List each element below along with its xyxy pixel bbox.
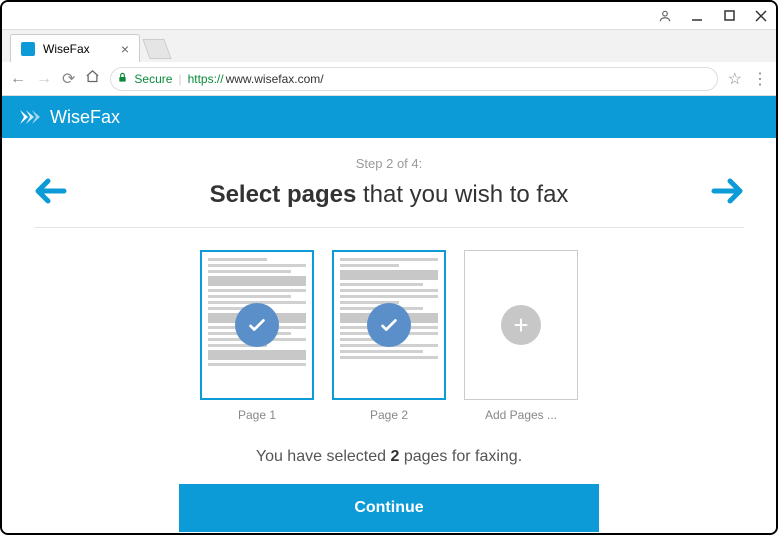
page-card: + Add Pages ...	[464, 250, 578, 422]
selection-summary: You have selected 2 pages for faxing.	[256, 448, 522, 466]
new-tab-button[interactable]	[142, 39, 171, 59]
continue-button[interactable]: Continue	[179, 484, 599, 532]
page-label: Page 2	[370, 408, 408, 422]
brand-name: WiseFax	[50, 107, 120, 128]
summary-prefix: You have selected	[256, 448, 391, 465]
page-card: Page 1	[200, 250, 314, 422]
main-area: Step 2 of 4: Select pages that you wish …	[2, 138, 776, 533]
maximize-button[interactable]	[722, 9, 736, 23]
app-header: WiseFax	[2, 96, 776, 138]
title-rest: that you wish to fax	[356, 181, 568, 208]
page-title: Select pages that you wish to fax	[210, 181, 569, 209]
minimize-button[interactable]	[690, 9, 704, 23]
prev-arrow[interactable]	[34, 177, 68, 213]
browser-tab[interactable]: WiseFax ×	[10, 34, 140, 62]
plus-icon: +	[501, 305, 541, 345]
user-icon[interactable]	[658, 9, 672, 23]
selected-check-icon	[235, 303, 279, 347]
back-button[interactable]: ←	[10, 70, 26, 88]
page-content: WiseFax Step 2 of 4: Select pages that y…	[2, 96, 776, 533]
selected-check-icon	[367, 303, 411, 347]
address-bar: ← → ⟳ Secure | https://www.wisefax.com/ …	[2, 62, 776, 96]
tab-close-icon[interactable]: ×	[121, 41, 129, 57]
url-protocol: https://	[188, 72, 224, 86]
close-button[interactable]	[754, 9, 768, 23]
url-text: www.wisefax.com/	[226, 72, 324, 86]
secure-label: Secure	[134, 72, 172, 86]
page-card: Page 2	[332, 250, 446, 422]
menu-button[interactable]: ⋮	[752, 69, 768, 89]
add-pages-button[interactable]: +	[464, 250, 578, 400]
window-titlebar	[2, 2, 776, 30]
page-thumbnail-1[interactable]	[200, 250, 314, 400]
favicon-icon	[21, 42, 35, 56]
next-arrow[interactable]	[710, 177, 744, 213]
tab-title: WiseFax	[43, 42, 90, 56]
page-grid: Page 1 Page 2 + Add Pages ...	[200, 250, 578, 422]
title-row: Select pages that you wish to fax	[34, 177, 744, 213]
page-label: Page 1	[238, 408, 276, 422]
browser-window: WiseFax × ← → ⟳ Secure | https://www.wis…	[0, 0, 778, 535]
reload-button[interactable]: ⟳	[62, 69, 75, 89]
divider	[34, 227, 744, 228]
brand-logo[interactable]: WiseFax	[20, 107, 120, 128]
summary-suffix: pages for faxing.	[399, 448, 522, 465]
tab-bar: WiseFax ×	[2, 30, 776, 62]
home-button[interactable]	[85, 69, 100, 89]
step-indicator: Step 2 of 4:	[356, 156, 423, 171]
url-input[interactable]: Secure | https://www.wisefax.com/	[110, 67, 717, 91]
add-pages-label: Add Pages ...	[485, 408, 557, 422]
title-bold: Select pages	[210, 181, 357, 208]
logo-icon	[20, 108, 44, 126]
page-thumbnail-2[interactable]	[332, 250, 446, 400]
forward-button[interactable]: →	[36, 70, 52, 88]
bookmark-button[interactable]: ☆	[728, 69, 742, 89]
lock-icon	[117, 72, 128, 86]
